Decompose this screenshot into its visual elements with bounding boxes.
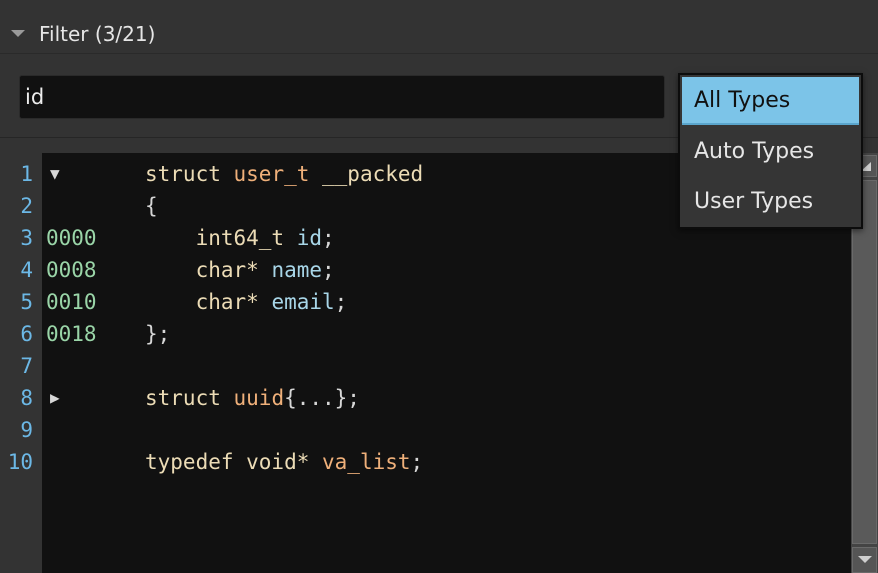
code-line[interactable]: 9 (0, 414, 851, 446)
field-offset: 0008 (46, 258, 97, 282)
line-number: 10 (7, 450, 33, 474)
code-token: char* (145, 258, 272, 282)
code-token: { (145, 194, 158, 218)
code-text: }; (145, 318, 170, 350)
dropdown-option-auto-types[interactable]: Auto Types (680, 127, 861, 177)
code-token: va_list (322, 450, 411, 474)
code-token: int64_t (145, 226, 297, 250)
dropdown-option-all-types[interactable]: All Types (682, 77, 859, 125)
code-token: id (296, 226, 323, 250)
line-number: 2 (20, 194, 33, 218)
code-token: uuid (233, 386, 285, 410)
line-number: 4 (20, 258, 33, 282)
scroll-down-arrow-icon[interactable] (852, 547, 877, 573)
collapse-triangle-icon[interactable] (11, 30, 25, 37)
code-line[interactable]: 5 0010 char* email; (0, 286, 851, 318)
code-token: __packed (309, 162, 424, 186)
code-token: user_t (233, 162, 310, 186)
dropdown-option-user-types[interactable]: User Types (680, 177, 861, 227)
code-token: }; (145, 322, 171, 346)
scrollbar-thumb[interactable] (852, 180, 877, 544)
filter-panel-header[interactable]: Filter (3/21) (0, 0, 878, 54)
code-line[interactable]: 4 0008 char* name; (0, 254, 851, 286)
code-token: email (271, 290, 335, 314)
fold-expanded-icon[interactable]: ▼ (50, 158, 60, 190)
line-number: 9 (20, 418, 33, 442)
code-token: struct (145, 386, 234, 410)
code-text: char* email; (145, 286, 348, 318)
code-token: typedef void* (145, 450, 323, 474)
code-line[interactable]: 10 typedef void* va_list; (0, 446, 851, 478)
line-number: 7 (20, 354, 33, 378)
line-number: 6 (20, 322, 33, 346)
line-number: 8 (20, 386, 33, 410)
fold-collapsed-icon[interactable]: ▶ (50, 382, 60, 414)
line-number: 3 (20, 226, 33, 250)
code-token: ; (410, 450, 424, 474)
code-line[interactable]: 6 0018}; (0, 318, 851, 350)
type-filter-dropdown[interactable]: All Types Auto Types User Types (678, 73, 863, 229)
line-number: 1 (20, 162, 33, 186)
code-text: char* name; (145, 254, 335, 286)
filter-title: Filter (3/21) (39, 22, 156, 46)
code-token: struct (145, 162, 234, 186)
code-token: {...}; (284, 386, 360, 410)
filter-input[interactable] (19, 75, 665, 119)
field-offset: 0018 (46, 322, 97, 346)
code-text: int64_t id; (145, 222, 335, 254)
code-token: ; (322, 258, 335, 282)
field-offset: 0010 (46, 290, 97, 314)
code-text: struct user_t __packed (145, 158, 423, 190)
field-offset: 0000 (46, 226, 97, 250)
code-line[interactable]: 8 ▶ struct uuid{...}; (0, 382, 851, 414)
code-token: ; (334, 290, 348, 314)
code-line[interactable]: 7 (0, 350, 851, 382)
code-token: ; (322, 226, 335, 250)
line-number: 5 (20, 290, 33, 314)
code-text: typedef void* va_list; (145, 446, 423, 478)
code-token: name (271, 258, 323, 282)
code-text: { (145, 190, 158, 222)
code-token: char* (145, 290, 272, 314)
code-text: struct uuid{...}; (145, 382, 360, 414)
